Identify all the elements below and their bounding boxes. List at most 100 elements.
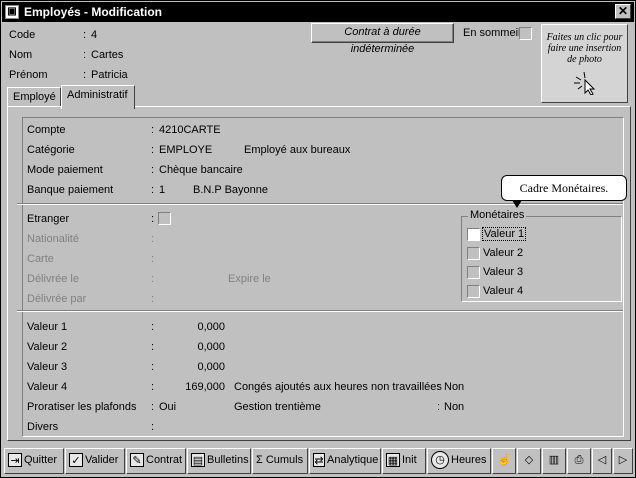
banque-paiement-label: Banque paiement [27,184,114,196]
window: ▣ Employés - Modification ✕ Code : 4 Nom… [0,0,636,478]
valeur-4-checkbox[interactable] [467,285,480,298]
bottom-toolbar: ⇥ Quitter ✓ Valider ✎ Contrat ▤ Bulletins ΣC… [2,448,634,476]
colon: : [151,401,155,413]
banque-name: B.N.P Bayonne [193,184,269,196]
colon: : [151,293,155,305]
valeur-3-checkbox[interactable] [467,266,480,279]
code-label: Code [9,29,36,41]
init-button[interactable]: ▦ Init [382,448,426,474]
valeur-1-label: Valeur 1 [27,321,68,333]
proratiser-value: Oui [159,401,177,413]
eraser-icon: ◇ [524,454,534,466]
compte-label: Compte [27,124,66,136]
colon: : [151,421,155,433]
etranger-label: Etranger [27,213,70,225]
valeur-2-label: Valeur 2 [27,341,68,353]
categorie-label: Catégorie [27,144,75,156]
colon: : [437,401,441,413]
monetaires-legend: Monétaires [468,209,527,221]
clock-icon: ◷ [431,451,449,470]
sigma-icon: Σ [256,454,263,466]
analytique-icon: ⇄ [313,453,325,468]
photo-insert-area[interactable]: Faites un clic pour faire une insertion … [541,24,628,103]
colon: : [151,341,155,353]
eraser-button[interactable]: ◇ [517,448,541,474]
exit-door-icon: ⇥ [8,453,22,468]
contract-type-button[interactable]: Contrat à durée indéterminée [311,23,454,55]
bulletins-label: Bulletins [207,454,249,466]
tooltip: Cadre Monétaires. [501,175,627,201]
init-label: Init [402,454,417,466]
arrow-left-icon: ◁ [597,454,607,466]
etranger-checkbox[interactable] [158,212,171,225]
valeur-2-checkbox[interactable] [467,247,480,260]
hand-icon: ☝ [497,454,511,466]
code-value: 4 [91,29,98,41]
previous-button[interactable]: ◁ [592,448,612,474]
quitter-button[interactable]: ⇥ Quitter [4,448,64,474]
bulletins-icon: ▤ [191,453,205,468]
colon: : [151,184,155,196]
nom-label: Nom [9,49,33,61]
close-button[interactable]: ✕ [615,4,631,19]
quitter-label: Quitter [24,454,58,466]
divers-label: Divers [27,421,59,433]
banque-code: 1 [159,184,166,196]
valeur-1-option[interactable]: Valeur 1 [481,227,527,241]
colon: : [83,69,87,81]
colon: : [151,381,155,393]
cumuls-button[interactable]: Σ Cumuls [252,448,308,474]
pointer-button[interactable]: ☝ [492,448,516,474]
divider [17,203,623,205]
gestion-trentieme-label: Gestion trentième [234,401,321,413]
chart-button[interactable]: ▥ [542,448,566,474]
valeur-3-value: 0,000 [197,361,225,373]
colon: : [151,124,155,136]
colon: : [83,49,87,61]
arrow-right-icon: ▷ [618,454,628,466]
colon: : [151,233,155,245]
mode-paiement-value: Chèque bancaire [159,164,243,176]
valeur-2-option[interactable]: Valeur 2 [483,247,523,259]
valider-button[interactable]: ✓ Valider [65,448,125,474]
tab-administratif[interactable]: Administratif [61,85,135,109]
contrat-label: Contrat [146,454,183,466]
tooltip-tail [512,200,522,208]
colon: : [151,253,155,265]
categorie-code: EMPLOYE [159,144,213,156]
tab-employe[interactable]: Employé [7,87,61,107]
bulletins-button[interactable]: ▤ Bulletins [187,448,251,474]
print-button[interactable]: ⎙ [567,448,591,474]
en-sommeil-label: En sommeil [463,27,521,39]
nationalite-label: Nationalité [27,233,79,245]
valeur-4-option[interactable]: Valeur 4 [483,285,523,297]
en-sommeil-checkbox[interactable] [519,27,532,40]
contrat-button[interactable]: ✎ Contrat [126,448,186,474]
delivree-par-label: Délivrée par [27,293,87,305]
valeur-1-checkbox[interactable] [467,228,480,241]
prenom-value: Patricia [91,69,128,81]
nom-value: Cartes [91,49,124,61]
colon: : [151,321,155,333]
conges-value: Non [444,381,465,393]
printer-icon: ⎙ [574,454,584,466]
carte-label: Carte [27,253,54,265]
colon: : [151,273,155,285]
heures-button[interactable]: ◷ Heures [427,448,491,474]
categorie-desc: Employé aux bureaux [244,144,351,156]
valeur-4-value: 169,000 [185,381,225,393]
colon: : [151,361,155,373]
colon: : [437,381,441,393]
analytique-button[interactable]: ⇄ Analytique [309,448,381,474]
title-bar: ▣ Employés - Modification ✕ [2,2,634,22]
colon: : [151,213,155,225]
expire-le-label: Expire le [228,273,271,285]
next-button[interactable]: ▷ [613,448,633,474]
compte-value: 4210CARTE [159,124,221,136]
init-grid-icon: ▦ [386,453,400,468]
valeur-3-option[interactable]: Valeur 3 [483,266,523,278]
photo-hint: Faites un clic pour faire une insertion … [546,32,623,65]
validate-check-icon: ✓ [69,453,83,468]
cumuls-label: Cumuls [265,454,304,466]
mode-paiement-label: Mode paiement [27,164,103,176]
